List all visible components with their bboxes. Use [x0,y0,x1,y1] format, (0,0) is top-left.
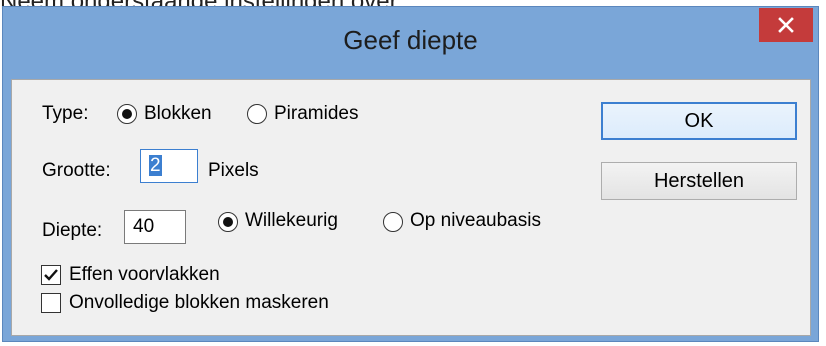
radio-piramides[interactable] [247,104,267,124]
radio-blokken-label[interactable]: Blokken [144,103,212,125]
dialog-window: Geef diepte Type: Blokken Piramides Groo… [2,6,819,342]
radio-piramides-label[interactable]: Piramides [274,103,358,125]
diepte-input[interactable]: 40 [124,210,186,244]
herstellen-button[interactable]: Herstellen [601,162,797,200]
radio-op-niveaubasis[interactable] [383,212,403,232]
checkbox-effen-voorvlakken-label[interactable]: Effen voorvlakken [69,264,220,286]
dialog-body: Type: Blokken Piramides Grootte: 2 Pixel… [11,79,811,336]
grootte-value: 2 [149,155,162,176]
grootte-input[interactable]: 2 [140,149,198,183]
close-button[interactable] [759,8,813,42]
diepte-label: Diepte: [42,220,103,241]
ok-button[interactable]: OK [601,102,797,140]
radio-blokken[interactable] [117,104,137,124]
type-label: Type: [42,103,89,124]
radio-willekeurig-label[interactable]: Willekeurig [245,210,338,232]
dialog-title: Geef diepte [343,25,478,55]
grootte-label: Grootte: [42,160,111,181]
title-bar[interactable]: Geef diepte [3,7,818,79]
close-icon [778,17,794,33]
radio-op-niveaubasis-label[interactable]: Op niveaubasis [410,210,541,232]
grootte-unit: Pixels [208,160,259,181]
checkmark-icon [44,269,58,281]
checkbox-effen-voorvlakken[interactable] [41,265,61,285]
radio-willekeurig[interactable] [218,212,238,232]
checkbox-onvolledige-blokken-label[interactable]: Onvolledige blokken maskeren [69,292,329,314]
checkbox-onvolledige-blokken[interactable] [41,293,61,313]
